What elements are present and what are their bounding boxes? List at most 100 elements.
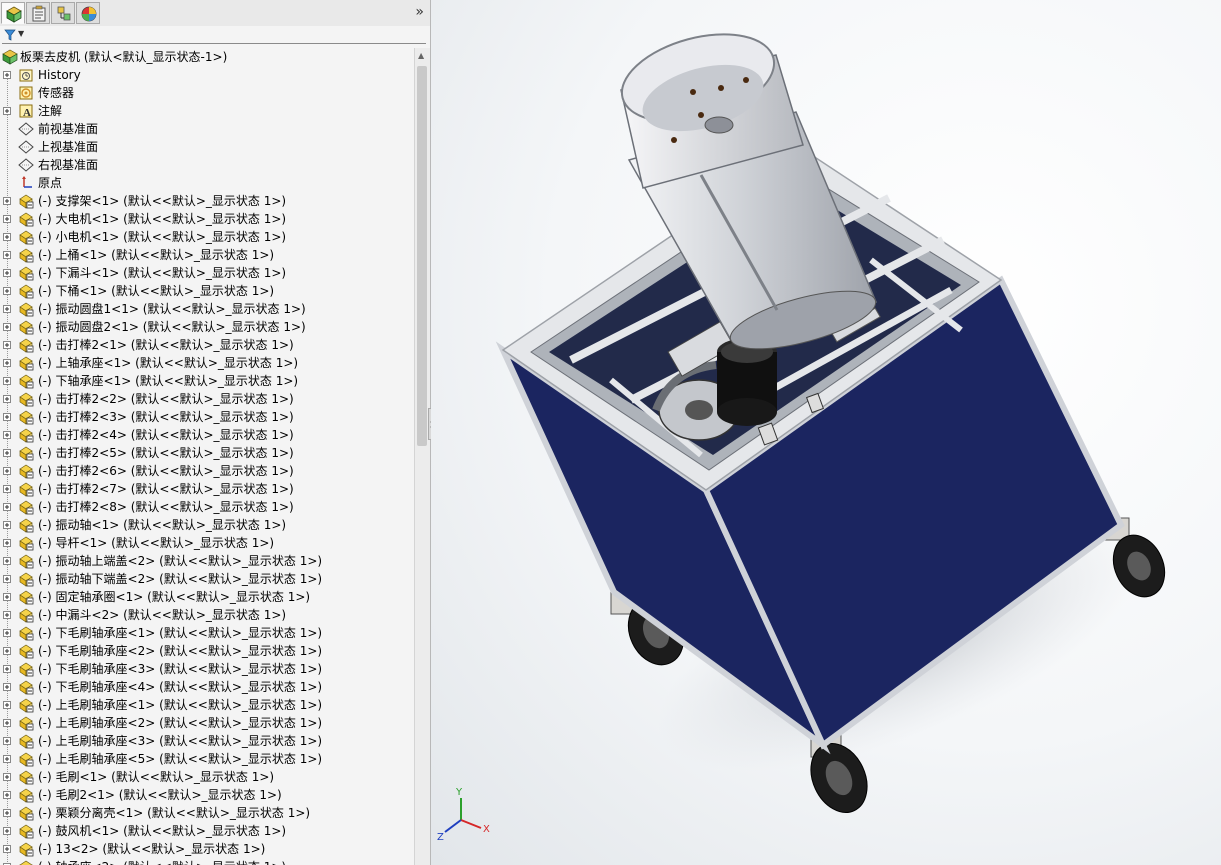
expand-toggle-icon[interactable] xyxy=(3,485,11,493)
tree-item[interactable]: (-) 击打棒2<3> (默认<<默认>_显示状态 1>) xyxy=(0,408,414,426)
tree-item[interactable]: (-) 下桶<1> (默认<<默认>_显示状态 1>) xyxy=(0,282,414,300)
tree-item[interactable]: (-) 下毛刷轴承座<2> (默认<<默认>_显示状态 1>) xyxy=(0,642,414,660)
expand-toggle-icon[interactable] xyxy=(3,287,11,295)
tab-configuration-manager[interactable] xyxy=(51,2,75,24)
tree-item[interactable]: (-) 击打棒2<6> (默认<<默认>_显示状态 1>) xyxy=(0,462,414,480)
tree-item[interactable]: (-) 下漏斗<1> (默认<<默认>_显示状态 1>) xyxy=(0,264,414,282)
tree-item[interactable]: (-) 固定轴承圈<1> (默认<<默认>_显示状态 1>) xyxy=(0,588,414,606)
expand-toggle-icon[interactable] xyxy=(3,719,11,727)
expand-toggle-icon[interactable] xyxy=(3,845,11,853)
tree-item[interactable]: (-) 击打棒2<8> (默认<<默认>_显示状态 1>) xyxy=(0,498,414,516)
tree-item[interactable]: (-) 振动轴下端盖<2> (默认<<默认>_显示状态 1>) xyxy=(0,570,414,588)
tree-item[interactable]: 传感器 xyxy=(0,84,414,102)
tree-item[interactable]: (-) 毛刷<1> (默认<<默认>_显示状态 1>) xyxy=(0,768,414,786)
expand-toggle-icon[interactable] xyxy=(3,665,11,673)
tree-item[interactable]: History xyxy=(0,66,414,84)
svg-text:A: A xyxy=(23,107,31,119)
expand-toggle-icon[interactable] xyxy=(3,737,11,745)
tree-item[interactable]: (-) 轴承座<2> (默认<<默认>_显示状态 1>) xyxy=(0,858,414,865)
expand-toggle-icon[interactable] xyxy=(3,557,11,565)
tree-item[interactable]: (-) 上轴承座<1> (默认<<默认>_显示状态 1>) xyxy=(0,354,414,372)
expand-toggle-icon[interactable] xyxy=(3,431,11,439)
tree-scrollbar[interactable]: ▲ xyxy=(414,48,430,865)
tab-feature-manager[interactable] xyxy=(1,2,25,24)
scroll-thumb[interactable] xyxy=(417,66,427,446)
tree-item[interactable]: (-) 击打棒2<7> (默认<<默认>_显示状态 1>) xyxy=(0,480,414,498)
expand-toggle-icon[interactable] xyxy=(3,215,11,223)
tree-item[interactable]: (-) 下轴承座<1> (默认<<默认>_显示状态 1>) xyxy=(0,372,414,390)
expand-toggle-icon[interactable] xyxy=(3,413,11,421)
expand-toggle-icon[interactable] xyxy=(3,647,11,655)
expand-toggle-icon[interactable] xyxy=(3,359,11,367)
tab-property-manager[interactable] xyxy=(26,2,50,24)
tree-item[interactable]: 右视基准面 xyxy=(0,156,414,174)
tree-item[interactable]: (-) 下毛刷轴承座<3> (默认<<默认>_显示状态 1>) xyxy=(0,660,414,678)
tree-item[interactable]: (-) 支撑架<1> (默认<<默认>_显示状态 1>) xyxy=(0,192,414,210)
tree-item[interactable]: (-) 上桶<1> (默认<<默认>_显示状态 1>) xyxy=(0,246,414,264)
tree-item[interactable]: (-) 振动圆盘1<1> (默认<<默认>_显示状态 1>) xyxy=(0,300,414,318)
graphics-viewport[interactable]: Y X Z xyxy=(431,0,1221,865)
filter-icon[interactable] xyxy=(4,29,16,41)
tree-item[interactable]: (-) 13<2> (默认<<默认>_显示状态 1>) xyxy=(0,840,414,858)
tree-item[interactable]: (-) 上毛刷轴承座<1> (默认<<默认>_显示状态 1>) xyxy=(0,696,414,714)
expand-panel-icon[interactable]: » xyxy=(415,4,424,20)
expand-toggle-icon[interactable] xyxy=(3,341,11,349)
expand-toggle-icon[interactable] xyxy=(3,269,11,277)
expand-toggle-icon[interactable] xyxy=(3,503,11,511)
tree-item[interactable]: (-) 上毛刷轴承座<2> (默认<<默认>_显示状态 1>) xyxy=(0,714,414,732)
tree-item[interactable]: (-) 振动圆盘2<1> (默认<<默认>_显示状态 1>) xyxy=(0,318,414,336)
expand-toggle-icon[interactable] xyxy=(3,827,11,835)
tree-item[interactable]: (-) 击打棒2<5> (默认<<默认>_显示状态 1>) xyxy=(0,444,414,462)
tree-item[interactable]: 上视基准面 xyxy=(0,138,414,156)
expand-toggle-icon[interactable] xyxy=(3,323,11,331)
tree-item[interactable]: (-) 上毛刷轴承座<5> (默认<<默认>_显示状态 1>) xyxy=(0,750,414,768)
tree-item[interactable]: (-) 鼓风机<1> (默认<<默认>_显示状态 1>) xyxy=(0,822,414,840)
filter-dropdown-icon[interactable]: ▼ xyxy=(18,29,24,38)
tree-item[interactable]: A 注解 xyxy=(0,102,414,120)
expand-toggle-icon[interactable] xyxy=(3,449,11,457)
tree-root[interactable]: 板栗去皮机 (默认<默认_显示状态-1>) xyxy=(0,48,414,66)
tree-item[interactable]: (-) 下毛刷轴承座<1> (默认<<默认>_显示状态 1>) xyxy=(0,624,414,642)
tree-item[interactable]: (-) 中漏斗<2> (默认<<默认>_显示状态 1>) xyxy=(0,606,414,624)
tree-item[interactable]: (-) 毛刷2<1> (默认<<默认>_显示状态 1>) xyxy=(0,786,414,804)
scroll-up-icon[interactable]: ▲ xyxy=(418,51,424,60)
expand-toggle-icon[interactable] xyxy=(3,809,11,817)
expand-toggle-icon[interactable] xyxy=(3,233,11,241)
tree-item[interactable]: (-) 导杆<1> (默认<<默认>_显示状态 1>) xyxy=(0,534,414,552)
tree-item[interactable]: (-) 击打棒2<1> (默认<<默认>_显示状态 1>) xyxy=(0,336,414,354)
expand-toggle-icon[interactable] xyxy=(3,251,11,259)
part-icon xyxy=(19,212,34,227)
expand-toggle-icon[interactable] xyxy=(3,107,11,115)
expand-toggle-icon[interactable] xyxy=(3,755,11,763)
tree-item[interactable]: (-) 下毛刷轴承座<4> (默认<<默认>_显示状态 1>) xyxy=(0,678,414,696)
expand-toggle-icon[interactable] xyxy=(3,773,11,781)
expand-toggle-icon[interactable] xyxy=(3,611,11,619)
coordinate-triad[interactable]: Y X Z xyxy=(437,787,490,843)
expand-toggle-icon[interactable] xyxy=(3,197,11,205)
expand-toggle-icon[interactable] xyxy=(3,71,11,79)
tree-item[interactable]: (-) 栗颖分离壳<1> (默认<<默认>_显示状态 1>) xyxy=(0,804,414,822)
expand-toggle-icon[interactable] xyxy=(3,521,11,529)
tree-item[interactable]: (-) 击打棒2<4> (默认<<默认>_显示状态 1>) xyxy=(0,426,414,444)
expand-toggle-icon[interactable] xyxy=(3,683,11,691)
tree-item[interactable]: (-) 振动轴<1> (默认<<默认>_显示状态 1>) xyxy=(0,516,414,534)
tree-item[interactable]: 原点 xyxy=(0,174,414,192)
expand-toggle-icon[interactable] xyxy=(3,791,11,799)
expand-toggle-icon[interactable] xyxy=(3,629,11,637)
expand-toggle-icon[interactable] xyxy=(3,701,11,709)
tab-display-manager[interactable] xyxy=(76,2,100,24)
expand-toggle-icon[interactable] xyxy=(3,593,11,601)
tree-item[interactable]: (-) 振动轴上端盖<2> (默认<<默认>_显示状态 1>) xyxy=(0,552,414,570)
tree-item[interactable]: (-) 大电机<1> (默认<<默认>_显示状态 1>) xyxy=(0,210,414,228)
expand-toggle-icon[interactable] xyxy=(3,377,11,385)
tree-item[interactable]: (-) 小电机<1> (默认<<默认>_显示状态 1>) xyxy=(0,228,414,246)
expand-toggle-icon[interactable] xyxy=(3,575,11,583)
expand-toggle-icon[interactable] xyxy=(3,305,11,313)
expand-toggle-icon[interactable] xyxy=(3,395,11,403)
tree-item-label: (-) 下轴承座<1> (默认<<默认>_显示状态 1>) xyxy=(38,374,299,388)
tree-item[interactable]: 前视基准面 xyxy=(0,120,414,138)
expand-toggle-icon[interactable] xyxy=(3,467,11,475)
tree-item[interactable]: (-) 上毛刷轴承座<3> (默认<<默认>_显示状态 1>) xyxy=(0,732,414,750)
expand-toggle-icon[interactable] xyxy=(3,539,11,547)
tree-item[interactable]: (-) 击打棒2<2> (默认<<默认>_显示状态 1>) xyxy=(0,390,414,408)
